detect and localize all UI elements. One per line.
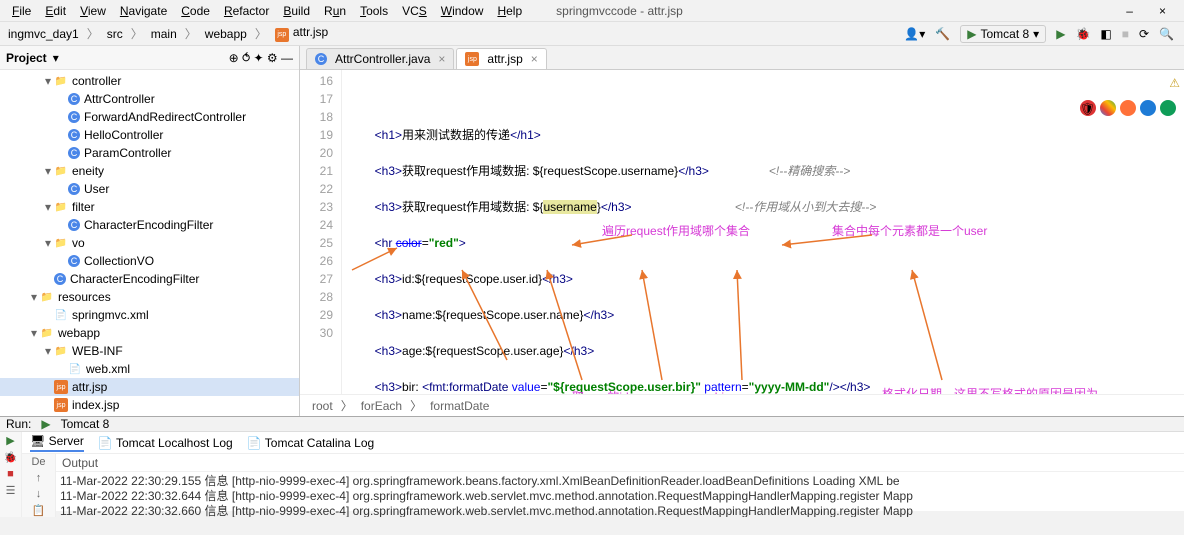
tree-ParamController[interactable]: CParamController	[0, 144, 299, 162]
tree-webapp[interactable]: ▾📁webapp	[0, 324, 299, 342]
run-tabs[interactable]: 🖥 Server 📄 Tomcat Localhost Log 📄 Tomcat…	[22, 432, 1184, 454]
hammer-icon[interactable]: 🔨	[935, 27, 950, 41]
stop-run-icon: 🐞	[4, 451, 18, 464]
tree-web.xml[interactable]: 📄web.xml	[0, 360, 299, 378]
stop2-icon: ■	[7, 468, 14, 480]
menu-vcs[interactable]: VCS	[396, 2, 433, 20]
run-label: Run:	[6, 417, 31, 431]
bc-0[interactable]: ingmvc_day1	[4, 25, 83, 43]
run-tab-localhost[interactable]: 📄 Tomcat Localhost Log	[98, 436, 233, 450]
rerun-icon: ▶	[6, 434, 14, 447]
menu-run[interactable]: Run	[318, 2, 352, 20]
breadcrumb: ingmvc_day1〉 src〉 main〉 webapp〉 jspattr.…	[0, 22, 1184, 46]
tab-attr.jsp[interactable]: jspattr.jsp×	[456, 48, 546, 69]
minimize-icon[interactable]: –	[1120, 2, 1139, 20]
menu-edit[interactable]: Edit	[39, 2, 72, 20]
menu-refactor[interactable]: Refactor	[218, 2, 275, 20]
project-title[interactable]: Project	[6, 51, 47, 65]
run-gutter[interactable]: ▶ 🐞 ■ ☰	[0, 432, 22, 517]
editor-tabs: CAttrController.java×jspattr.jsp×	[300, 46, 1184, 70]
tree-eneity[interactable]: ▾📁eneity	[0, 162, 299, 180]
code-status: root 〉 forEach 〉 formatDate	[300, 394, 1184, 416]
run-tool: Run: ▶Tomcat 8 ▶ 🐞 ■ ☰ 🖥 Server 📄 Tomcat…	[0, 416, 1184, 511]
project-tool: Project ▾ ⊕ ⥀ ✦ ⚙ — ▾📁controllerCAttrCon…	[0, 46, 300, 416]
menu-window[interactable]: Window	[435, 2, 490, 20]
debug-icon[interactable]: 🐞	[1075, 27, 1090, 41]
git-icon[interactable]: ⟳	[1139, 27, 1149, 41]
bc-1[interactable]: src	[103, 25, 127, 43]
tree-resources[interactable]: ▾📁resources	[0, 288, 299, 306]
bc-4[interactable]: jspattr.jsp	[271, 23, 332, 44]
tree-param.jsp[interactable]: jspparam.jsp	[0, 414, 299, 416]
tree-springmvc.xml[interactable]: 📄springmvc.xml	[0, 306, 299, 324]
window-title: springmvccode - attr.jsp	[550, 2, 689, 20]
search-icon[interactable]: 🔍	[1159, 27, 1174, 41]
tab-AttrController.java[interactable]: CAttrController.java×	[306, 48, 454, 69]
run-tab-catalina[interactable]: 📄 Tomcat Catalina Log	[247, 436, 374, 450]
tree-WEB-INF[interactable]: ▾📁WEB-INF	[0, 342, 299, 360]
menubar: File Edit View Navigate Code Refactor Bu…	[0, 0, 1184, 22]
stop-icon[interactable]: ■	[1122, 27, 1129, 41]
menu-view[interactable]: View	[74, 2, 112, 20]
browser-icons[interactable]: 🛡	[1080, 100, 1176, 116]
tree-filter[interactable]: ▾📁filter	[0, 198, 299, 216]
menu-build[interactable]: Build	[277, 2, 316, 20]
bc-3[interactable]: webapp	[201, 25, 251, 43]
tree-AttrController[interactable]: CAttrController	[0, 90, 299, 108]
tree-ForwardAndRedirectController[interactable]: CForwardAndRedirectController	[0, 108, 299, 126]
gutter: 161718192021222324252627282930	[300, 70, 342, 394]
editor: CAttrController.java×jspattr.jsp× 161718…	[300, 46, 1184, 416]
close-icon[interactable]: ×	[1153, 2, 1172, 20]
run-tab-server[interactable]: 🖥 Server	[30, 434, 84, 452]
project-settings-icon[interactable]: ⊕ ⥀ ✦ ⚙ —	[229, 51, 293, 65]
tree-controller[interactable]: ▾📁controller	[0, 72, 299, 90]
menu-navigate[interactable]: Navigate	[114, 2, 173, 20]
menu-code[interactable]: Code	[175, 2, 216, 20]
user-icon[interactable]: 👤▾	[904, 27, 925, 41]
tree-attr.jsp[interactable]: jspattr.jsp	[0, 378, 299, 396]
project-tree[interactable]: ▾📁controllerCAttrControllerCForwardAndRe…	[0, 70, 299, 416]
tree-index.jsp[interactable]: jspindex.jsp	[0, 396, 299, 414]
run-config[interactable]: ▶Tomcat 8 ▾	[960, 25, 1046, 43]
tree-HelloController[interactable]: CHelloController	[0, 126, 299, 144]
tree-CharacterEncodingFilter[interactable]: CCharacterEncodingFilter	[0, 216, 299, 234]
console[interactable]: 11-Mar-2022 22:30:29.155 信息 [http-nio-99…	[56, 472, 1184, 517]
menu-tools[interactable]: Tools	[354, 2, 394, 20]
bc-2[interactable]: main	[147, 25, 181, 43]
menu-help[interactable]: Help	[491, 2, 528, 20]
tree-CharacterEncodingFilter[interactable]: CCharacterEncodingFilter	[0, 270, 299, 288]
menu-file[interactable]: File	[6, 2, 37, 20]
run-icon[interactable]: ▶	[1056, 27, 1065, 41]
coverage-icon[interactable]: ◧	[1100, 27, 1111, 41]
run-title[interactable]: Tomcat 8	[61, 417, 110, 431]
tree-vo[interactable]: ▾📁vo	[0, 234, 299, 252]
tree-CollectionVO[interactable]: CCollectionVO	[0, 252, 299, 270]
tree-User[interactable]: CUser	[0, 180, 299, 198]
warning-icon: ⚠	[1169, 74, 1180, 92]
code[interactable]: ⚠ 🛡 <h1>用来测试数据的传递</h1> <h3>获取request作用域数…	[342, 70, 1184, 394]
